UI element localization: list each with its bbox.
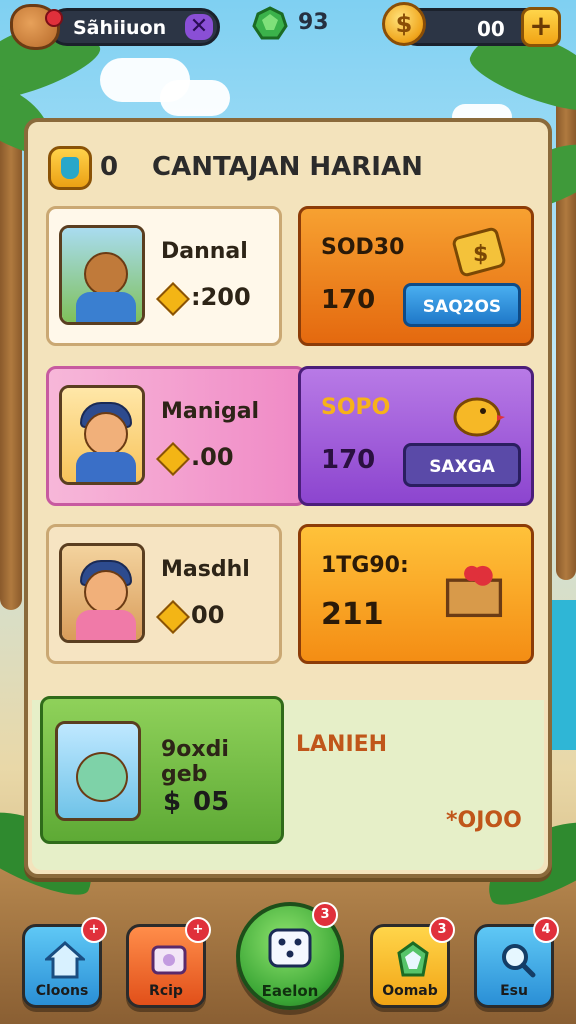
daily-tasks-panel: 0 CANTAJAN HARIAN Dannal :200 SOD30 170 … xyxy=(24,118,552,878)
reward-card: SOPO 170 SAXGA xyxy=(298,366,534,506)
claim-button[interactable]: SAQ2OS xyxy=(403,283,521,327)
reward-value: 211 xyxy=(321,597,384,632)
reward-title: 1TG90: xyxy=(321,553,409,578)
task-reward: 00 xyxy=(191,601,225,629)
top-bar: Sãhiiuon ✕ 93 00 + $ xyxy=(0,0,576,54)
nav-label: Eaelon xyxy=(261,982,319,1000)
reward-card: 1TG90: 211 xyxy=(298,524,534,664)
reward-value: 170 xyxy=(321,285,376,315)
search-icon xyxy=(502,944,536,978)
boy-avatar xyxy=(59,385,145,485)
nav-badge: 3 xyxy=(429,917,455,943)
star-icon xyxy=(156,282,190,316)
nav-home-button[interactable]: Cloons + xyxy=(22,917,107,1008)
task-reward: .00 xyxy=(191,443,234,471)
close-button[interactable]: ✕ xyxy=(185,14,213,40)
nav-play-button[interactable]: Eaelon 3 xyxy=(236,902,344,1010)
nav-search-button[interactable]: Esu 4 xyxy=(474,917,559,1008)
palm-trunk-left xyxy=(0,90,22,610)
nav-badge: 4 xyxy=(533,917,559,943)
dice-icon xyxy=(268,928,312,968)
house-icon xyxy=(45,941,85,979)
bonus-name: 9oxdi geb xyxy=(161,737,229,787)
bottom-nav: Cloons + Rcip + Eaelon 3 Oomab 3 Esu 4 xyxy=(0,902,576,1022)
notification-dot-icon xyxy=(45,9,63,27)
gem-pile-icon xyxy=(397,941,429,977)
chick-icon xyxy=(453,397,505,437)
nav-label: Esu xyxy=(500,983,528,999)
ticket-icon: $ xyxy=(452,227,506,277)
shield-icon xyxy=(48,146,92,190)
coin-count: 00 xyxy=(477,17,505,41)
gift-box-icon xyxy=(445,565,503,618)
reward-value: 170 xyxy=(321,445,376,475)
task-card[interactable]: Dannal :200 xyxy=(46,206,282,346)
nav-badge: 3 xyxy=(312,902,338,928)
reward-title: SOPO xyxy=(321,395,391,420)
task-card[interactable]: Manigal .00 xyxy=(46,366,306,506)
nav-gems-button[interactable]: Oomab 3 xyxy=(370,917,455,1008)
bonus-label: LANIEH xyxy=(296,732,388,757)
coin-icon: $ xyxy=(382,2,426,46)
gem-count: 93 xyxy=(298,10,329,35)
profile-avatar[interactable] xyxy=(10,4,63,50)
profile-name: Sãhiiuon xyxy=(73,17,167,39)
nav-recipe-button[interactable]: Rcip + xyxy=(126,917,211,1008)
add-coins-button[interactable]: + xyxy=(521,7,561,47)
nav-badge: + xyxy=(185,917,211,943)
nav-label: Oomab xyxy=(382,983,438,999)
star-icon xyxy=(156,442,190,476)
girl-avatar xyxy=(59,543,145,643)
bonus-card[interactable]: 9oxdi geb $ 05 xyxy=(40,696,284,844)
monster-avatar xyxy=(55,721,141,821)
gem-icon xyxy=(252,6,288,40)
dollar-icon: $ xyxy=(163,787,182,817)
task-name: Dannal xyxy=(161,239,248,264)
cloud xyxy=(160,80,230,116)
nav-badge: + xyxy=(81,917,107,943)
task-reward: :200 xyxy=(191,283,251,311)
reward-title: SOD30 xyxy=(321,235,405,260)
palm-trunk-right xyxy=(556,60,576,580)
task-name: Masdhl xyxy=(161,557,250,582)
panel-title: CANTAJAN HARIAN xyxy=(152,152,423,182)
profile-pill[interactable]: Sãhiiuon ✕ xyxy=(48,8,220,46)
star-icon xyxy=(156,600,190,634)
recipe-card-icon xyxy=(151,945,187,975)
reward-card: SOD30 170 $ SAQ2OS xyxy=(298,206,534,346)
claim-button[interactable]: SAXGA xyxy=(403,443,521,487)
task-card[interactable]: Masdhl 00 xyxy=(46,524,282,664)
task-name: Manigal xyxy=(161,399,260,424)
header-count: 0 xyxy=(100,152,119,182)
bonus-reward: 05 xyxy=(193,787,230,817)
nav-label: Rcip xyxy=(149,983,183,999)
bear-avatar xyxy=(59,225,145,325)
bonus-amount: *OJOO xyxy=(446,808,522,833)
svg-text:$: $ xyxy=(473,242,488,267)
nav-label: Cloons xyxy=(35,983,89,999)
